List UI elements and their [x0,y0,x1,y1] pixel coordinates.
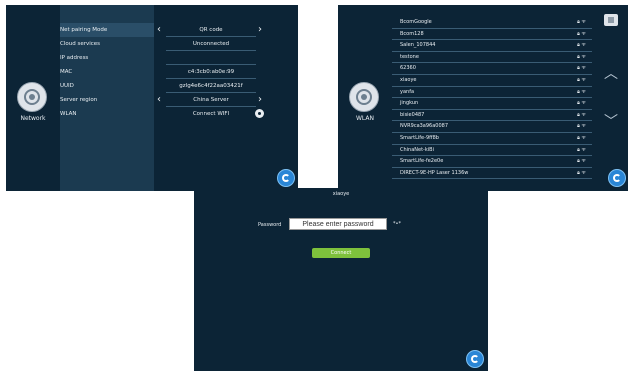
wifi-lock-icon: 🔒︎ ᯤ [577,169,586,176]
scroll-top-icon[interactable] [604,14,618,26]
settings-row-ip-address[interactable]: IP address [60,51,154,65]
list-item[interactable]: jingkun 🔒︎ ᯤ [392,98,592,110]
wifi-lock-icon: 🔒︎ ᯤ [577,111,586,118]
list-item[interactable]: 62360 🔒︎ ᯤ [392,63,592,75]
wifi-lock-icon: 🔒︎ ᯤ [577,65,586,72]
wifi-lock-icon: 🔒︎ ᯤ [577,30,586,37]
list-item[interactable]: SmartLife-9ff8b 🔒︎ ᯤ [392,133,592,145]
settings-row-mac[interactable]: MAC [60,65,154,79]
password-label: Password [258,222,282,228]
wlan-list-screen: WLAN BcomGoogle 🔒︎ ᯤ Bcom128 🔒︎ ᯤ Salen_10… [338,5,628,191]
list-item[interactable]: xiaoye 🔒︎ ᯤ [392,75,592,87]
settings-row-cloud-services[interactable]: Cloud services [60,37,154,51]
list-item[interactable]: Salen_107844 🔒︎ ᯤ [392,40,592,52]
wifi-lock-icon: 🔒︎ ᯤ [577,19,586,25]
password-screen: xiaoye Password Please enter password *•… [194,188,488,371]
wifi-lock-icon: 🔒︎ ᯤ [577,134,586,141]
list-item[interactable]: NVR9ca3a96a0087 🔒︎ ᯤ [392,121,592,133]
password-input[interactable]: Please enter password [289,218,387,230]
wifi-lock-icon: 🔒︎ ᯤ [577,53,586,60]
wifi-lock-icon: 🔒︎ ᯤ [577,158,586,165]
show-password-icon[interactable]: *•* [393,221,401,227]
settings-label-panel: Net pairing Mode Cloud services IP addre… [60,5,154,191]
ip-address-value [168,51,254,65]
uuid-value: gzlg4e6c4f22aa03421f [179,83,243,89]
list-item[interactable]: yanfa 🔒︎ ᯤ [392,87,592,99]
connect-wifi-button[interactable]: Connect WIFI [168,107,254,121]
mac-value: c4:3cb0:ab0e:99 [187,69,235,75]
server-region-value: China Server [193,97,229,103]
network-icon[interactable] [17,82,47,112]
chevron-left-icon[interactable]: ‹ [157,23,161,37]
wifi-lock-icon: 🔒︎ ᯤ [577,123,586,130]
scroll-up-icon[interactable]: ︿ [604,63,618,83]
settings-row-pairing-mode[interactable]: Net pairing Mode [60,23,154,37]
wifi-lock-icon: 🔒︎ ᯤ [577,100,586,107]
wifi-lock-icon: 🔒︎ ᯤ [577,76,586,83]
network-icon[interactable] [349,82,379,112]
list-item[interactable]: ChinaNet-kiBi 🔒︎ ᯤ [392,145,592,157]
chevron-right-icon[interactable]: › [258,93,262,107]
settings-row-server-region[interactable]: Server region [60,93,154,107]
list-item[interactable]: DIRECT-9E-HP Laser 1136w 🔒︎ ᯤ [392,168,592,180]
ssid-title: xiaoye [332,191,350,197]
wlan-label: WLAN [355,115,374,122]
network-label: Network [20,115,46,122]
refresh-icon[interactable] [466,350,484,368]
chevron-left-icon[interactable]: ‹ [157,93,161,107]
network-settings-screen: Network Net pairing Mode Cloud services … [6,5,298,191]
cloud-services-value: Unconnected [192,41,230,47]
list-item[interactable]: BcomGoogle 🔒︎ ᯤ [392,17,592,29]
wifi-lock-icon: 🔒︎ ᯤ [577,146,586,153]
chevron-right-icon[interactable]: › [258,23,262,37]
connect-button[interactable]: Connect [312,248,370,258]
settings-row-uuid[interactable]: UUID [60,79,154,93]
wifi-lock-icon: 🔒︎ ᯤ [577,88,586,95]
list-item[interactable]: testone 🔒︎ ᯤ [392,52,592,64]
wifi-lock-icon: 🔒︎ ᯤ [577,42,586,49]
list-item[interactable]: bisie0487 🔒︎ ᯤ [392,110,592,122]
scroll-down-icon[interactable]: ﹀ [604,111,618,131]
settings-row-wlan[interactable]: WLAN [60,107,154,121]
list-item[interactable]: Bcom128 🔒︎ ᯤ [392,29,592,41]
list-item[interactable]: SmartLife-fe2e0e 🔒︎ ᯤ [392,156,592,168]
wifi-network-list: BcomGoogle 🔒︎ ᯤ Bcom128 🔒︎ ᯤ Salen_107844 🔒… [392,17,592,180]
pairing-mode-value: QR code [199,27,223,33]
gear-icon[interactable] [255,109,264,118]
refresh-icon[interactable] [277,169,295,187]
refresh-icon[interactable] [608,169,626,187]
